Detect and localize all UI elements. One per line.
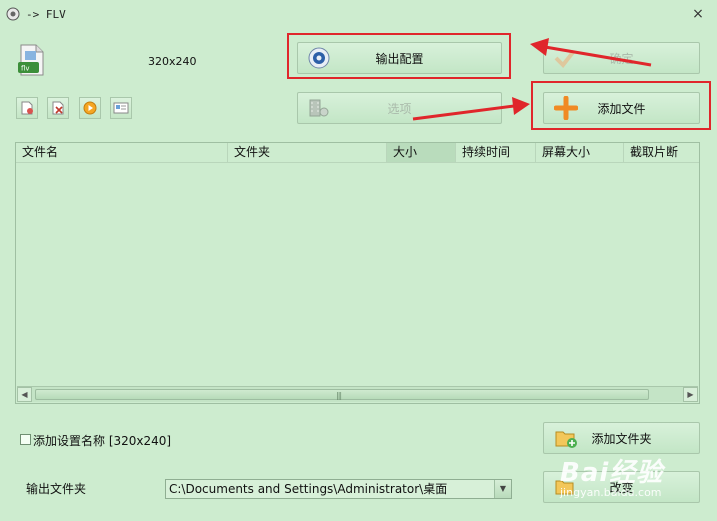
output-folder-label: 输出文件夹 (26, 482, 87, 496)
output-folder-path-select[interactable]: C:\Documents and Settings\Administrator\… (165, 479, 512, 499)
change-label: 改变 (609, 480, 634, 495)
arrow-head-right (512, 97, 530, 115)
scrollbar-thumb[interactable]: ||| (35, 389, 649, 400)
scroll-grip-icon: ||| (336, 391, 342, 400)
add-folder-button[interactable]: 添加文件夹 (543, 422, 700, 454)
column-header-folder[interactable]: 文件夹 (228, 143, 387, 162)
column-header-screen-size[interactable]: 屏幕大小 (536, 143, 624, 162)
change-button[interactable]: 改变 (543, 471, 700, 503)
output-folder-path: C:\Documents and Settings\Administrator\… (169, 482, 448, 496)
add-setting-name-value: [320x240] (108, 434, 172, 448)
file-list-table[interactable]: 文件名 文件夹 大小 持续时间 屏幕大小 截取片断 ◀ ||| ▶ (15, 142, 700, 404)
horizontal-scrollbar[interactable]: ◀ ||| ▶ (17, 386, 698, 402)
add-folder-icon (555, 431, 577, 448)
table-header: 文件名 文件夹 大小 持续时间 屏幕大小 截取片断 (16, 143, 699, 163)
scroll-right-icon[interactable]: ▶ (683, 387, 698, 402)
column-header-clip-segment[interactable]: 截取片断 (624, 143, 699, 162)
add-setting-name-checkbox[interactable] (20, 434, 31, 445)
column-header-duration[interactable]: 持续时间 (456, 143, 536, 162)
column-header-size[interactable]: 大小 (387, 143, 456, 162)
scroll-left-icon[interactable]: ◀ (17, 387, 32, 402)
arrow-head-left (530, 38, 549, 56)
column-header-filename[interactable]: 文件名 (16, 143, 228, 162)
folder-icon (555, 480, 574, 495)
add-folder-label: 添加文件夹 (591, 431, 652, 446)
add-setting-name-label: 添加设置名称 [320x240] (33, 434, 172, 448)
chevron-down-icon[interactable]: ▼ (494, 480, 511, 498)
